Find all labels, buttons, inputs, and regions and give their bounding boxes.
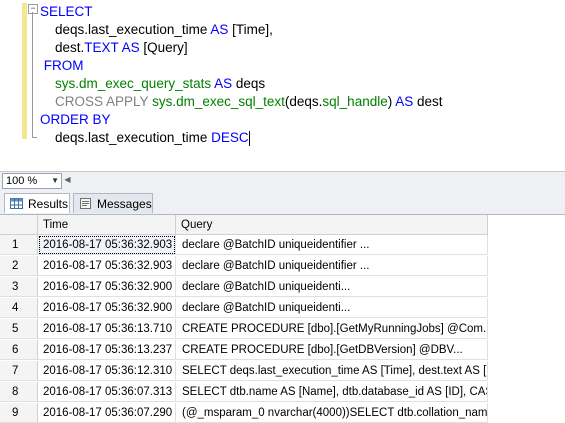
sql-text: deqs.last_execution_time bbox=[40, 130, 212, 145]
sql-function: sys.dm_exec_sql_text bbox=[152, 94, 285, 109]
time-cell[interactable]: 2016-08-17 05:36:32.900 bbox=[38, 298, 176, 318]
results-grid[interactable]: Time Query 1 2016-08-17 05:36:32.903 decl… bbox=[0, 214, 565, 423]
grid-corner-header[interactable] bbox=[0, 215, 38, 235]
sql-keyword: TEXT bbox=[84, 40, 119, 55]
code-line[interactable]: dest.TEXT AS [Query] bbox=[40, 38, 188, 58]
row-number-cell[interactable]: 6 bbox=[0, 340, 38, 360]
time-cell[interactable]: 2016-08-17 05:36:32.903 bbox=[38, 235, 176, 255]
time-cell[interactable]: 2016-08-17 05:36:13.710 bbox=[38, 319, 176, 339]
code-line[interactable]: ORDER BY bbox=[40, 110, 111, 130]
sql-text: deqs bbox=[232, 76, 266, 91]
code-line[interactable]: deqs.last_execution_time DESC bbox=[40, 128, 250, 148]
sql-function: sql_handle bbox=[322, 94, 388, 109]
query-cell[interactable]: declare @BatchID uniqueidenti... bbox=[176, 298, 488, 318]
scroll-left-icon[interactable]: ◀ bbox=[62, 174, 73, 186]
query-cell[interactable]: SELECT deqs.last_execution_time AS [Time… bbox=[176, 361, 488, 381]
row-number-cell[interactable]: 8 bbox=[0, 382, 38, 402]
results-tab-strip: Results Messages bbox=[0, 190, 565, 214]
query-cell[interactable]: declare @BatchID uniqueidenti... bbox=[176, 277, 488, 297]
sql-text: dest bbox=[413, 94, 443, 109]
code-line[interactable]: SELECT bbox=[40, 2, 93, 22]
sql-text: [Time], bbox=[228, 22, 273, 37]
time-cell[interactable]: 2016-08-17 05:36:07.313 bbox=[38, 382, 176, 402]
sql-text: deqs.last_execution_time bbox=[40, 22, 211, 37]
table-row[interactable]: 6 2016-08-17 05:36:13.237 CREATE PROCEDUR… bbox=[0, 340, 488, 360]
change-tracking-bar bbox=[22, 3, 27, 139]
row-number-cell[interactable]: 4 bbox=[0, 298, 38, 318]
time-cell[interactable]: 2016-08-17 05:36:07.290 bbox=[38, 403, 176, 423]
query-cell[interactable]: declare @BatchID uniqueidentifier ... bbox=[176, 256, 488, 276]
code-line[interactable]: deqs.last_execution_time AS [Time], bbox=[40, 20, 273, 40]
sql-keyword: AS bbox=[214, 76, 233, 91]
table-row[interactable]: 4 2016-08-17 05:36:32.900 declare @BatchI… bbox=[0, 298, 488, 318]
sql-keyword: DESC bbox=[211, 130, 249, 145]
zoom-dropdown[interactable]: 100 % ▼ bbox=[2, 173, 62, 189]
query-cell[interactable]: CREATE PROCEDURE [dbo].[GetDBVersion] @D… bbox=[176, 340, 488, 360]
tab-messages[interactable]: Messages bbox=[73, 193, 153, 213]
column-header-time[interactable]: Time bbox=[38, 215, 176, 235]
row-number-cell[interactable]: 3 bbox=[0, 277, 38, 297]
sql-keyword: SELECT bbox=[40, 4, 93, 19]
row-number-cell[interactable]: 2 bbox=[0, 256, 38, 276]
query-cell[interactable]: declare @BatchID uniqueidentifier ... bbox=[176, 235, 488, 255]
sql-function: sys.dm_exec_query_stats bbox=[55, 76, 212, 91]
grid-icon bbox=[10, 198, 23, 209]
code-line[interactable]: sys.dm_exec_query_stats AS deqs bbox=[40, 74, 265, 94]
table-row[interactable]: 8 2016-08-17 05:36:07.313 SELECT dtb.name … bbox=[0, 382, 488, 402]
tab-messages-label: Messages bbox=[97, 197, 152, 211]
table-row[interactable]: 2 2016-08-17 05:36:32.903 declare @BatchI… bbox=[0, 256, 488, 276]
table-row[interactable]: 9 2016-08-17 05:36:07.290 (@_msparam_0 nva… bbox=[0, 403, 488, 423]
chevron-down-icon[interactable]: ▼ bbox=[51, 174, 59, 188]
row-number-cell[interactable]: 5 bbox=[0, 319, 38, 339]
time-cell[interactable]: 2016-08-17 05:36:12.310 bbox=[38, 361, 176, 381]
messages-icon bbox=[80, 198, 91, 209]
time-cell[interactable]: 2016-08-17 05:36:32.900 bbox=[38, 277, 176, 297]
sql-keyword: AS bbox=[121, 40, 140, 55]
sql-text: (deqs. bbox=[284, 94, 323, 109]
tab-results[interactable]: Results bbox=[4, 193, 70, 213]
sql-operator: CROSS APPLY bbox=[55, 94, 149, 109]
table-row[interactable]: 3 2016-08-17 05:36:32.900 declare @BatchI… bbox=[0, 277, 488, 297]
code-line[interactable]: CROSS APPLY sys.dm_exec_sql_text(deqs.sq… bbox=[40, 92, 443, 112]
row-number-cell[interactable]: 1 bbox=[0, 235, 38, 255]
row-number-cell[interactable]: 9 bbox=[0, 403, 38, 423]
time-cell[interactable]: 2016-08-17 05:36:13.237 bbox=[38, 340, 176, 360]
sql-text: [Query] bbox=[139, 40, 188, 55]
sql-keyword: AS bbox=[210, 22, 229, 37]
outline-region-end bbox=[32, 137, 37, 138]
table-row[interactable]: 7 2016-08-17 05:36:12.310 SELECT deqs.last… bbox=[0, 361, 488, 381]
query-cell[interactable]: CREATE PROCEDURE [dbo].[GetMyRunningJobs… bbox=[176, 319, 488, 339]
query-editor[interactable]: − SELECT deqs.last_execution_time AS [Ti… bbox=[0, 0, 565, 170]
query-cell[interactable]: SELECT dtb.name AS [Name], dtb.database_… bbox=[176, 382, 488, 402]
sql-text: dest. bbox=[40, 40, 85, 55]
tab-results-label: Results bbox=[28, 197, 69, 211]
table-row[interactable]: 5 2016-08-17 05:36:13.710 CREATE PROCEDUR… bbox=[0, 319, 488, 339]
zoom-value: 100 % bbox=[6, 175, 38, 187]
text-caret bbox=[248, 130, 250, 146]
sql-keyword: FROM bbox=[40, 58, 84, 73]
sql-keyword: ORDER BY bbox=[40, 112, 111, 127]
time-cell[interactable]: 2016-08-17 05:36:32.903 bbox=[38, 256, 176, 276]
code-line[interactable]: FROM bbox=[40, 56, 84, 76]
column-header-query[interactable]: Query bbox=[176, 215, 488, 235]
collapse-region-icon[interactable]: − bbox=[28, 4, 38, 14]
outline-region-line bbox=[32, 12, 33, 138]
sql-keyword: AS bbox=[395, 94, 414, 109]
query-cell[interactable]: (@_msparam_0 nvarchar(4000))SELECT dtb.c… bbox=[176, 403, 488, 423]
editor-status-bar: 100 % ▼ ◀ bbox=[0, 171, 565, 190]
table-row[interactable]: 1 2016-08-17 05:36:32.903 declare @BatchI… bbox=[0, 235, 488, 255]
row-number-cell[interactable]: 7 bbox=[0, 361, 38, 381]
